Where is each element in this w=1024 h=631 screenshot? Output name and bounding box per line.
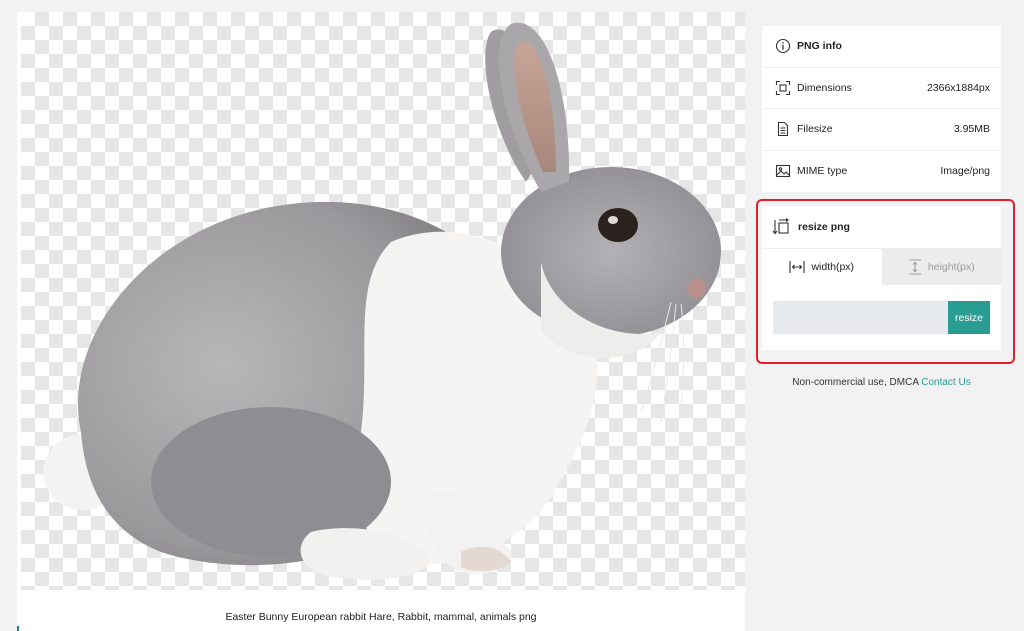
rabbit-image	[43, 22, 721, 580]
png-info-title: PNG info	[797, 40, 842, 53]
resize-header: resize png	[762, 206, 1001, 249]
dimensions-label: Dimensions	[797, 81, 852, 94]
contact-us-link[interactable]: Contact Us	[921, 377, 970, 388]
scroll-indicator	[17, 626, 19, 631]
resize-button[interactable]: resize	[948, 301, 990, 334]
resize-input[interactable]	[773, 301, 948, 334]
png-info-card: PNG info Dimensions 2366x1884px Filesize…	[762, 26, 1001, 192]
tab-height[interactable]: height(px)	[881, 249, 1001, 285]
mime-value: Image/png	[940, 165, 990, 178]
dimensions-icon	[775, 80, 791, 96]
tab-width-label: width(px)	[811, 261, 855, 273]
mime-label: MIME type	[797, 165, 848, 178]
resize-title: resize png	[798, 221, 850, 233]
height-arrows-icon	[908, 259, 922, 275]
image-icon	[775, 163, 791, 179]
filesize-label: Filesize	[797, 123, 833, 136]
tab-height-label: height(px)	[927, 261, 975, 273]
filesize-value: 3.95MB	[953, 123, 990, 136]
tab-width[interactable]: width(px)	[762, 249, 882, 285]
image-caption: Easter Bunny European rabbit Hare, Rabbi…	[225, 611, 537, 623]
footer-note: Non-commercial use, DMCA Contact Us	[762, 377, 1001, 388]
image-panel: Easter Bunny European rabbit Hare, Rabbi…	[17, 12, 745, 631]
width-arrows-icon	[789, 260, 805, 274]
resize-card: resize png width(px) height(px) resize	[762, 206, 1001, 350]
resize-tabs: width(px) height(px)	[762, 249, 1001, 285]
info-row-mime: MIME type Image/png	[762, 151, 1001, 193]
info-row-filesize: Filesize 3.95MB	[762, 109, 1001, 151]
transparent-image-preview	[21, 12, 745, 590]
resize-icon	[772, 218, 790, 236]
resize-form: resize	[773, 301, 990, 334]
file-icon	[775, 121, 791, 137]
footer-text: Non-commercial use, DMCA	[792, 377, 919, 388]
info-row-dimensions: Dimensions 2366x1884px	[762, 68, 1001, 109]
png-info-header: PNG info	[762, 26, 1001, 68]
dimensions-value: 2366x1884px	[926, 81, 990, 94]
info-icon	[775, 38, 791, 54]
